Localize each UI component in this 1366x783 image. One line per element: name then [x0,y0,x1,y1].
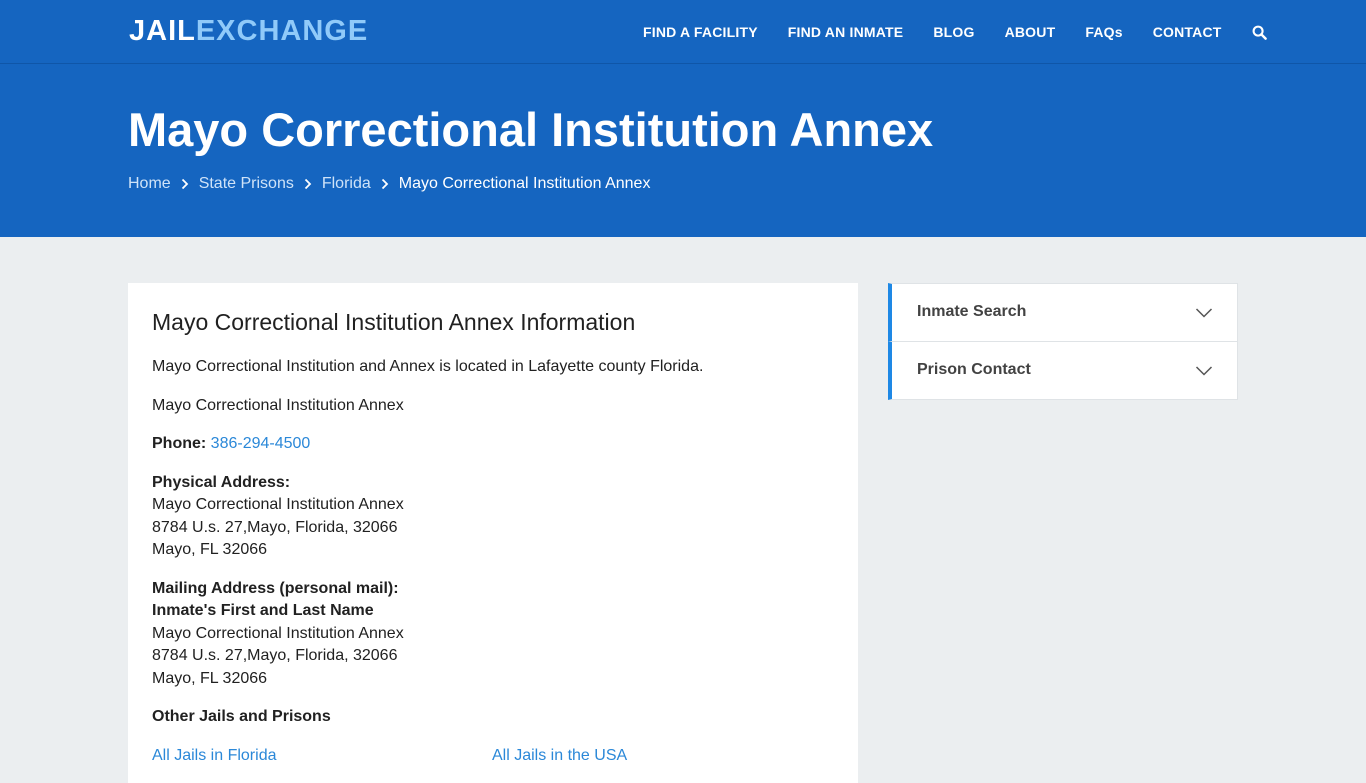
logo-exchange-text: EXCHANGE [195,15,369,47]
nav-faqs[interactable]: FAQs [1085,24,1122,40]
phone-line: Phone: 386-294-4500 [152,433,832,456]
link-all-jails-florida[interactable]: All Jails in Florida [152,747,492,765]
page-title: Mayo Correctional Institution Annex [128,103,934,156]
accordion-prison-contact[interactable]: Prison Contact [888,341,1238,400]
breadcrumb-state-prisons[interactable]: State Prisons [199,175,294,193]
nav-blog[interactable]: BLOG [933,24,974,40]
main-nav: FIND A FACILITY FIND AN INMATE BLOG ABOU… [643,0,1267,64]
address-line: Mayo Correctional Institution Annex [152,624,404,642]
mailing-inmate-name: Inmate's First and Last Name [152,602,374,619]
intro-text: Mayo Correctional Institution and Annex … [152,358,704,375]
breadcrumb-home[interactable]: Home [128,175,171,193]
nav-find-facility[interactable]: FIND A FACILITY [643,24,758,40]
chevron-right-icon [304,178,312,190]
chevron-right-icon [181,178,189,190]
nav-contact[interactable]: CONTACT [1153,24,1222,40]
chevron-right-icon [381,178,389,190]
address-line: Mayo, FL 32066 [152,669,268,687]
breadcrumb-current: Mayo Correctional Institution Annex [398,175,651,192]
accordion-inmate-search[interactable]: Inmate Search [888,283,1238,342]
nav-find-inmate[interactable]: FIND AN INMATE [788,24,904,40]
facility-info-card: Mayo Correctional Institution Annex Info… [128,283,858,783]
address-line: Mayo, FL 32066 [152,541,268,558]
phone-link[interactable]: 386-294-4500 [211,435,311,452]
address-line: Mayo Correctional Institution Annex [152,496,404,513]
top-navbar: JAILEXCHANGE FIND A FACILITY FIND AN INM… [0,0,1366,64]
breadcrumb: Home State Prisons Florida Mayo Correcti… [128,175,650,193]
chevron-down-icon [1195,306,1213,324]
page-hero: Mayo Correctional Institution Annex Home… [0,64,1366,237]
nav-about[interactable]: ABOUT [1005,24,1056,40]
address-line: 8784 U.s. 27,Mayo, Florida, 32066 [152,647,398,664]
chevron-down-icon [1195,364,1213,382]
mailing-address-label: Mailing Address (personal mail): [152,579,399,597]
accordion-label: Prison Contact [917,361,1031,378]
accordion-label: Inmate Search [917,303,1027,320]
info-heading: Mayo Correctional Institution Annex Info… [152,309,636,335]
facility-name: Mayo Correctional Institution Annex [152,396,404,414]
site-logo[interactable]: JAILEXCHANGE [129,15,368,48]
other-jails-links: All Jails in Florida All Jails in the US… [152,747,832,765]
phone-label: Phone: [152,435,207,452]
search-icon[interactable] [1252,25,1267,40]
physical-address: Physical Address: Mayo Correctional Inst… [152,472,832,562]
other-jails-heading-text: Other Jails and Prisons [152,708,331,725]
mailing-address: Mailing Address (personal mail): Inmate'… [152,578,832,691]
breadcrumb-florida[interactable]: Florida [322,175,371,193]
physical-address-label: Physical Address: [152,473,291,491]
link-all-jails-usa[interactable]: All Jails in the USA [492,747,832,765]
logo-jail-text: JAIL [129,15,196,47]
address-line: 8784 U.s. 27,Mayo, Florida, 32066 [152,518,398,536]
other-jails-heading: Other Jails and Prisons [152,706,832,729]
